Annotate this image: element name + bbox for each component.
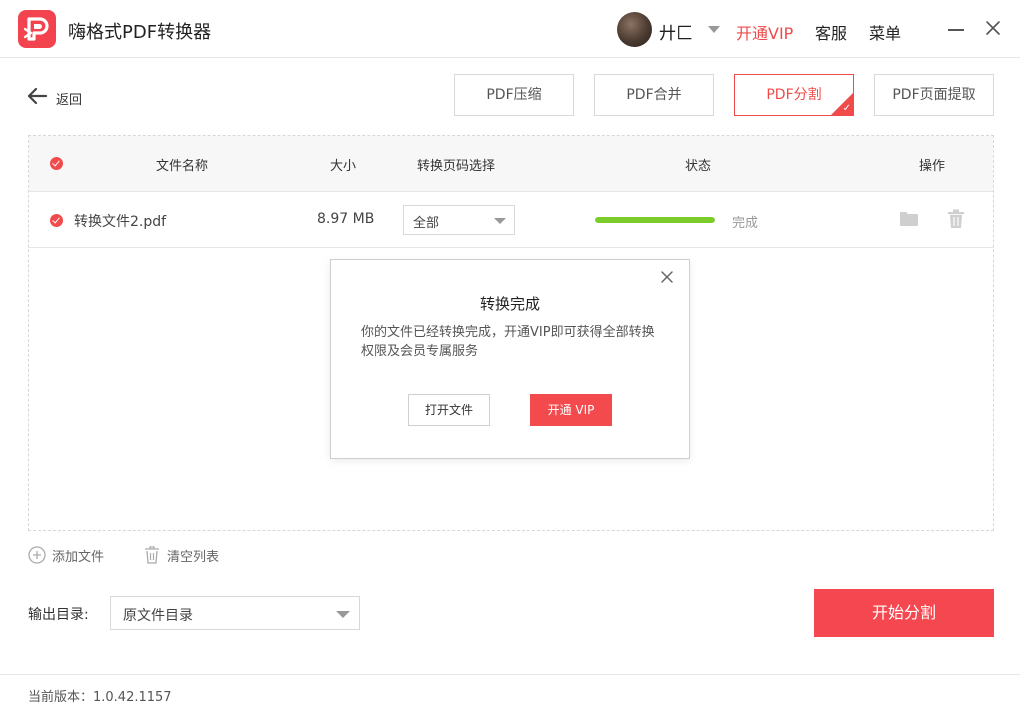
- customer-service-link[interactable]: 客服: [815, 20, 847, 44]
- delete-trash-icon[interactable]: [947, 209, 965, 229]
- tab-label: PDF分割: [766, 87, 822, 103]
- column-header-page-select: 转换页码选择: [417, 159, 496, 174]
- user-name[interactable]: 廾匚: [659, 19, 693, 44]
- checkmark-icon: ✓: [842, 103, 851, 114]
- column-header-size: 大小: [330, 159, 357, 174]
- tab-pdf-split[interactable]: PDF分割 ✓: [734, 74, 854, 116]
- dialog-message: 你的文件已经转换完成，开通VIP即可获得全部转换权限及会员专属服务: [361, 325, 655, 359]
- progress-fill: [595, 217, 715, 223]
- add-file-label: 添加文件: [52, 550, 105, 565]
- app-title: 嗨格式PDF转换器: [68, 22, 212, 43]
- table-row: 转换文件2.pdf 8.97 MB 全部 完成: [29, 192, 993, 248]
- back-label: 返回: [56, 93, 83, 108]
- arrow-left-icon: [27, 87, 48, 105]
- back-button[interactable]: 返回: [26, 84, 96, 108]
- column-header-status: 状态: [685, 159, 712, 174]
- open-folder-icon[interactable]: [899, 210, 919, 228]
- column-header-name: 文件名称: [156, 159, 209, 174]
- main-menu-link[interactable]: 菜单: [869, 20, 901, 44]
- start-split-button[interactable]: 开始分割: [814, 589, 994, 637]
- output-directory-value: 原文件目录: [123, 608, 193, 624]
- dialog-title: 转换完成: [479, 295, 540, 313]
- output-directory-label: 输出目录:: [28, 607, 89, 623]
- version-text: 当前版本：1.0.42.1157: [28, 690, 172, 705]
- open-vip-link[interactable]: 开通VIP: [736, 20, 793, 44]
- tab-label: PDF页面提取: [892, 87, 976, 103]
- conversion-progress-bar: [595, 217, 715, 223]
- tab-pdf-compress[interactable]: PDF压缩: [454, 74, 574, 116]
- file-name: 转换文件2.pdf: [74, 214, 167, 230]
- select-all-checkbox[interactable]: [50, 157, 63, 170]
- close-window-icon[interactable]: [984, 19, 1002, 37]
- trash-icon: [145, 546, 159, 564]
- file-size: 8.97 MB: [317, 211, 375, 227]
- minimize-icon[interactable]: [947, 20, 965, 38]
- tab-label: PDF压缩: [486, 87, 542, 103]
- app-logo-icon: [18, 10, 56, 48]
- conversion-complete-dialog: 转换完成 你的文件已经转换完成，开通VIP即可获得全部转换权限及会员专属服务 打…: [330, 259, 690, 459]
- column-header-actions: 操作: [919, 159, 946, 174]
- status-text: 完成: [732, 216, 759, 231]
- tab-label: PDF合并: [626, 87, 682, 103]
- table-header: 文件名称 大小 转换页码选择 状态 操作: [29, 136, 993, 192]
- open-file-button[interactable]: 打开文件: [408, 394, 490, 426]
- page-range-select[interactable]: 全部: [403, 205, 515, 235]
- title-bar: 嗨格式PDF转换器 廾匚 开通VIP 客服 菜单: [0, 0, 1020, 58]
- chevron-down-icon: [336, 611, 350, 618]
- add-circle-icon: [28, 546, 46, 564]
- output-directory-select[interactable]: 原文件目录: [110, 596, 360, 630]
- footer: 当前版本：1.0.42.1157: [0, 674, 1020, 717]
- page-range-value: 全部: [413, 216, 440, 231]
- user-menu-chevron-down-icon[interactable]: [708, 26, 720, 33]
- open-vip-button[interactable]: 开通 VIP: [530, 394, 612, 426]
- dialog-close-icon[interactable]: [659, 269, 675, 285]
- chevron-down-icon: [494, 218, 506, 224]
- clear-list-label: 清空列表: [167, 550, 220, 565]
- row-checkbox[interactable]: [50, 214, 63, 227]
- user-avatar[interactable]: [617, 12, 652, 47]
- tab-pdf-merge[interactable]: PDF合并: [594, 74, 714, 116]
- tab-pdf-page-extract[interactable]: PDF页面提取: [874, 74, 994, 116]
